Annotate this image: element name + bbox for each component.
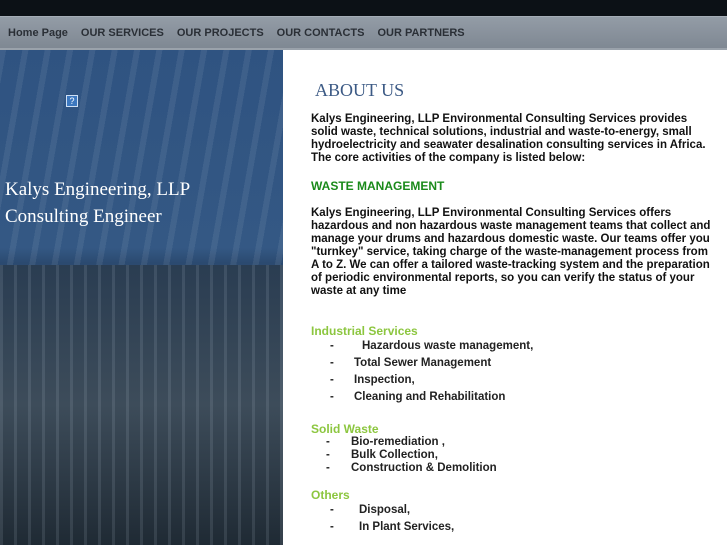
dash: -	[330, 504, 334, 516]
list-item: - Bulk Collection,	[311, 449, 711, 462]
hero-image-corridor	[0, 265, 283, 545]
list-item: - Cleaning and Rehabilitation	[311, 389, 711, 406]
list-item: - Inspection,	[311, 372, 711, 389]
item-text: Inspection,	[354, 374, 415, 386]
list-item: - Disposal,	[311, 502, 711, 519]
hero-panel: ? Kalys Engineering, LLP Consulting Engi…	[0, 50, 283, 545]
main-nav: Home Page OUR SERVICES OUR PROJECTS OUR …	[0, 16, 727, 50]
top-bar	[0, 0, 727, 16]
main-content: ABOUT US Kalys Engineering, LLP Environm…	[311, 80, 711, 536]
section-title: Industrial Services	[311, 324, 418, 338]
dash: -	[326, 436, 330, 448]
waste-heading: WASTE MANAGEMENT	[311, 179, 445, 193]
dash: -	[330, 391, 334, 403]
section-title: Solid Waste	[311, 422, 379, 436]
brand-text: Kalys Engineering, LLP Consulting Engine…	[5, 176, 190, 230]
waste-text: Kalys Engineering, LLP Environmental Con…	[311, 207, 711, 297]
nav-contacts[interactable]: OUR CONTACTS	[277, 27, 365, 39]
dash: -	[326, 449, 330, 461]
item-text: In Plant Services,	[359, 521, 455, 533]
list-item: - Bio-remediation ,	[311, 436, 711, 449]
item-text: Construction & Demolition	[351, 462, 497, 474]
broken-image-icon: ?	[66, 95, 78, 107]
dash: -	[330, 521, 334, 533]
intro-text: Kalys Engineering, LLP Environmental Con…	[311, 113, 706, 164]
list-item: - In Plant Services,	[311, 519, 711, 536]
item-text: Bio-remediation ,	[351, 436, 445, 448]
dash: -	[330, 374, 334, 386]
brand-name: Kalys Engineering, LLP	[5, 179, 191, 200]
dash: -	[330, 357, 334, 369]
nav-services[interactable]: OUR SERVICES	[81, 27, 164, 39]
dash: -	[326, 462, 330, 474]
item-text: Disposal,	[359, 504, 411, 516]
dash: -	[330, 340, 334, 352]
item-text: Cleaning and Rehabilitation	[354, 391, 506, 403]
item-text: Bulk Collection,	[351, 449, 438, 461]
item-text: Hazardous waste management,	[362, 340, 534, 352]
list-item: - Total Sewer Management	[311, 355, 711, 372]
page-title: ABOUT US	[315, 80, 405, 100]
nav-partners[interactable]: OUR PARTNERS	[377, 27, 464, 39]
nav-projects[interactable]: OUR PROJECTS	[177, 27, 264, 39]
section-title: Others	[311, 488, 350, 502]
list-item: - Hazardous waste management,	[311, 338, 711, 355]
item-text: Total Sewer Management	[354, 357, 492, 369]
nav-home[interactable]: Home Page	[8, 27, 68, 39]
list-item: - Construction & Demolition	[311, 462, 711, 475]
brand-subtitle: Consulting Engineer	[5, 206, 162, 227]
